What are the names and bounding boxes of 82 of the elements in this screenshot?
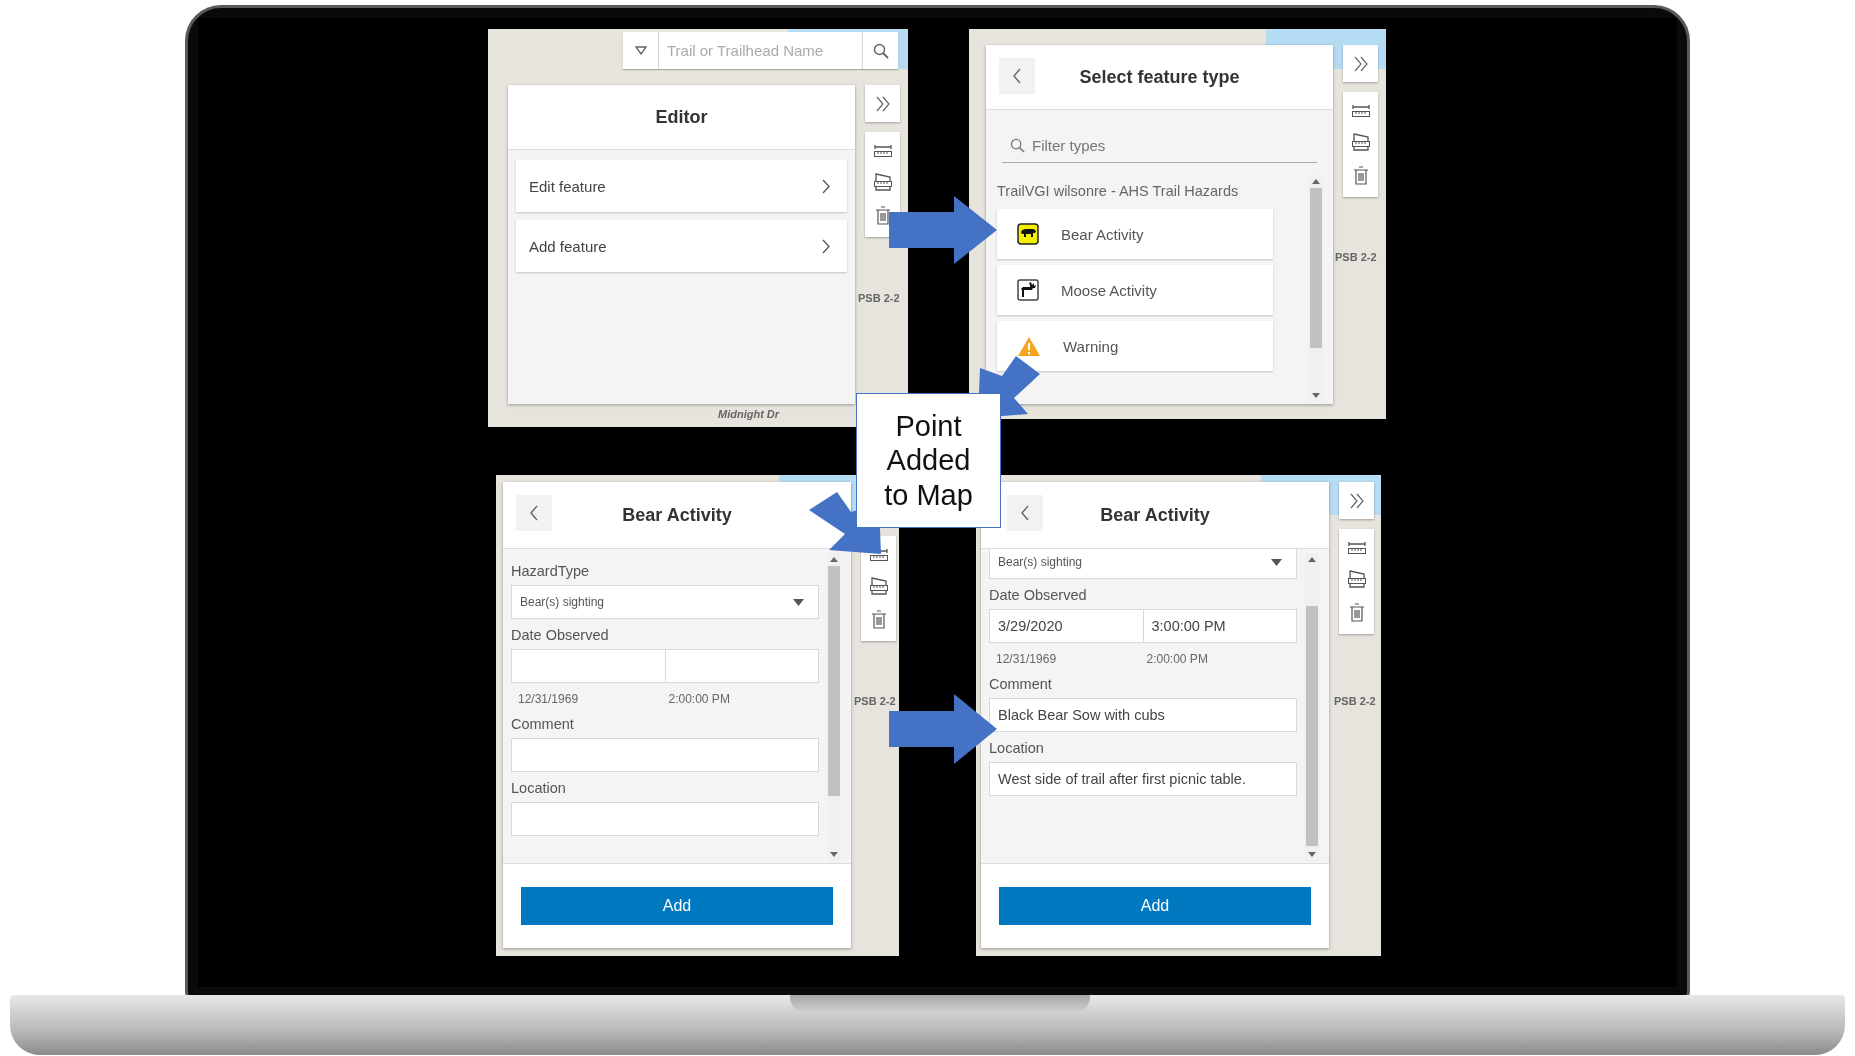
add-button[interactable]: Add: [521, 887, 833, 925]
hint-text: 2:00:00 PM: [1146, 652, 1209, 666]
field-label: Date Observed: [989, 587, 1088, 603]
trash-icon[interactable]: [1352, 166, 1369, 185]
chevron-left-icon: [1012, 68, 1022, 84]
caret-icon: [634, 46, 647, 55]
field-label: Date Observed: [511, 627, 610, 643]
hint-text: 12/31/1969: [996, 652, 1058, 666]
chevron-right-icon: [822, 178, 831, 194]
filter-field[interactable]: Filter types: [1002, 128, 1317, 163]
collapse-button[interactable]: [1339, 482, 1374, 519]
field-label: Comment: [989, 676, 1053, 692]
time-field[interactable]: [665, 649, 819, 683]
time-field[interactable]: 3:00:00 PM: [1143, 609, 1297, 643]
map-label: PSB 2-2: [858, 292, 900, 304]
feature-type-item[interactable]: Moose Activity: [997, 265, 1273, 315]
panel-title: Bear Activity: [622, 504, 732, 526]
search-icon: [872, 42, 889, 59]
double-chevron-icon: [1352, 55, 1369, 72]
search-button[interactable]: [862, 32, 898, 69]
area-ruler-icon[interactable]: [872, 172, 893, 192]
bear-sign-icon: [1017, 223, 1039, 245]
scrollbar[interactable]: [827, 553, 841, 861]
hint-text: 2:00:00 PM: [668, 692, 731, 706]
map-label: PSB 2-2: [1335, 251, 1377, 263]
date-field[interactable]: 3/29/2020: [989, 609, 1144, 643]
field-label: Location: [989, 740, 1045, 756]
dropdown-field[interactable]: Bear(s) sighting: [511, 585, 819, 619]
trash-icon[interactable]: [874, 206, 891, 225]
chevron-left-icon: [529, 505, 539, 521]
group-heading: TrailVGI wilsonre - AHS Trail Hazards: [997, 183, 1240, 199]
callout-text: Point: [895, 409, 962, 444]
map-label: PSB 2-2: [854, 695, 896, 707]
field-label: Location: [511, 780, 567, 796]
text-field[interactable]: Black Bear Sow with cubs: [989, 698, 1297, 732]
filter-input[interactable]: Filter types: [1030, 135, 1317, 155]
dropdown-button[interactable]: [623, 32, 659, 69]
text-field[interactable]: [511, 802, 819, 836]
feature-type-item[interactable]: Warning: [997, 321, 1273, 371]
field-label: Comment: [511, 716, 575, 732]
back-button[interactable]: [516, 495, 552, 531]
feature-type-item[interactable]: Bear Activity: [997, 209, 1273, 259]
callout-text: Added: [886, 443, 971, 478]
panel-title: Bear Activity: [1100, 504, 1210, 526]
area-ruler-icon[interactable]: [868, 576, 889, 596]
chevron-right-icon: [822, 238, 831, 254]
area-ruler-icon[interactable]: [1346, 569, 1367, 589]
text-field[interactable]: West side of trail after first picnic table.: [989, 762, 1297, 796]
dropdown-field[interactable]: Bear(s) sighting: [989, 549, 1297, 579]
ruler-icon[interactable]: [872, 144, 893, 158]
field-label: HazardType: [511, 563, 591, 579]
warning-icon: [1017, 335, 1041, 357]
chevron-left-icon: [1020, 505, 1030, 521]
caret-icon: [1271, 558, 1282, 566]
panel-title: Select feature type: [1079, 66, 1240, 88]
back-button[interactable]: [999, 58, 1035, 94]
map-label: PSB 2-2: [1334, 695, 1376, 707]
collapse-button[interactable]: [1343, 45, 1378, 82]
scrollbar[interactable]: [1309, 175, 1323, 402]
search-icon: [1010, 137, 1025, 153]
text-field[interactable]: [511, 738, 819, 772]
map-label: Midnight Dr: [718, 408, 780, 420]
hint-text: 12/31/1969: [518, 692, 580, 706]
ruler-icon[interactable]: [1346, 541, 1367, 555]
ruler-icon[interactable]: [1350, 104, 1371, 118]
collapse-button[interactable]: [865, 85, 900, 122]
trash-icon[interactable]: [1348, 603, 1365, 622]
ruler-icon[interactable]: [868, 548, 889, 562]
caret-icon: [793, 598, 804, 606]
callout-text: to Map: [884, 477, 973, 512]
trash-icon[interactable]: [870, 610, 887, 629]
date-field[interactable]: [511, 649, 666, 683]
scrollbar[interactable]: [1305, 553, 1319, 861]
panel-title: Editor: [655, 106, 708, 128]
menu-item[interactable]: Add feature: [516, 220, 847, 272]
double-chevron-icon: [874, 95, 891, 112]
double-chevron-icon: [1348, 492, 1365, 509]
search-field[interactable]: Trail or Trailhead Name: [659, 32, 862, 69]
add-button[interactable]: Add: [999, 887, 1311, 925]
area-ruler-icon[interactable]: [1350, 132, 1371, 152]
menu-item[interactable]: Edit feature: [516, 160, 847, 212]
back-button[interactable]: [1007, 495, 1043, 531]
